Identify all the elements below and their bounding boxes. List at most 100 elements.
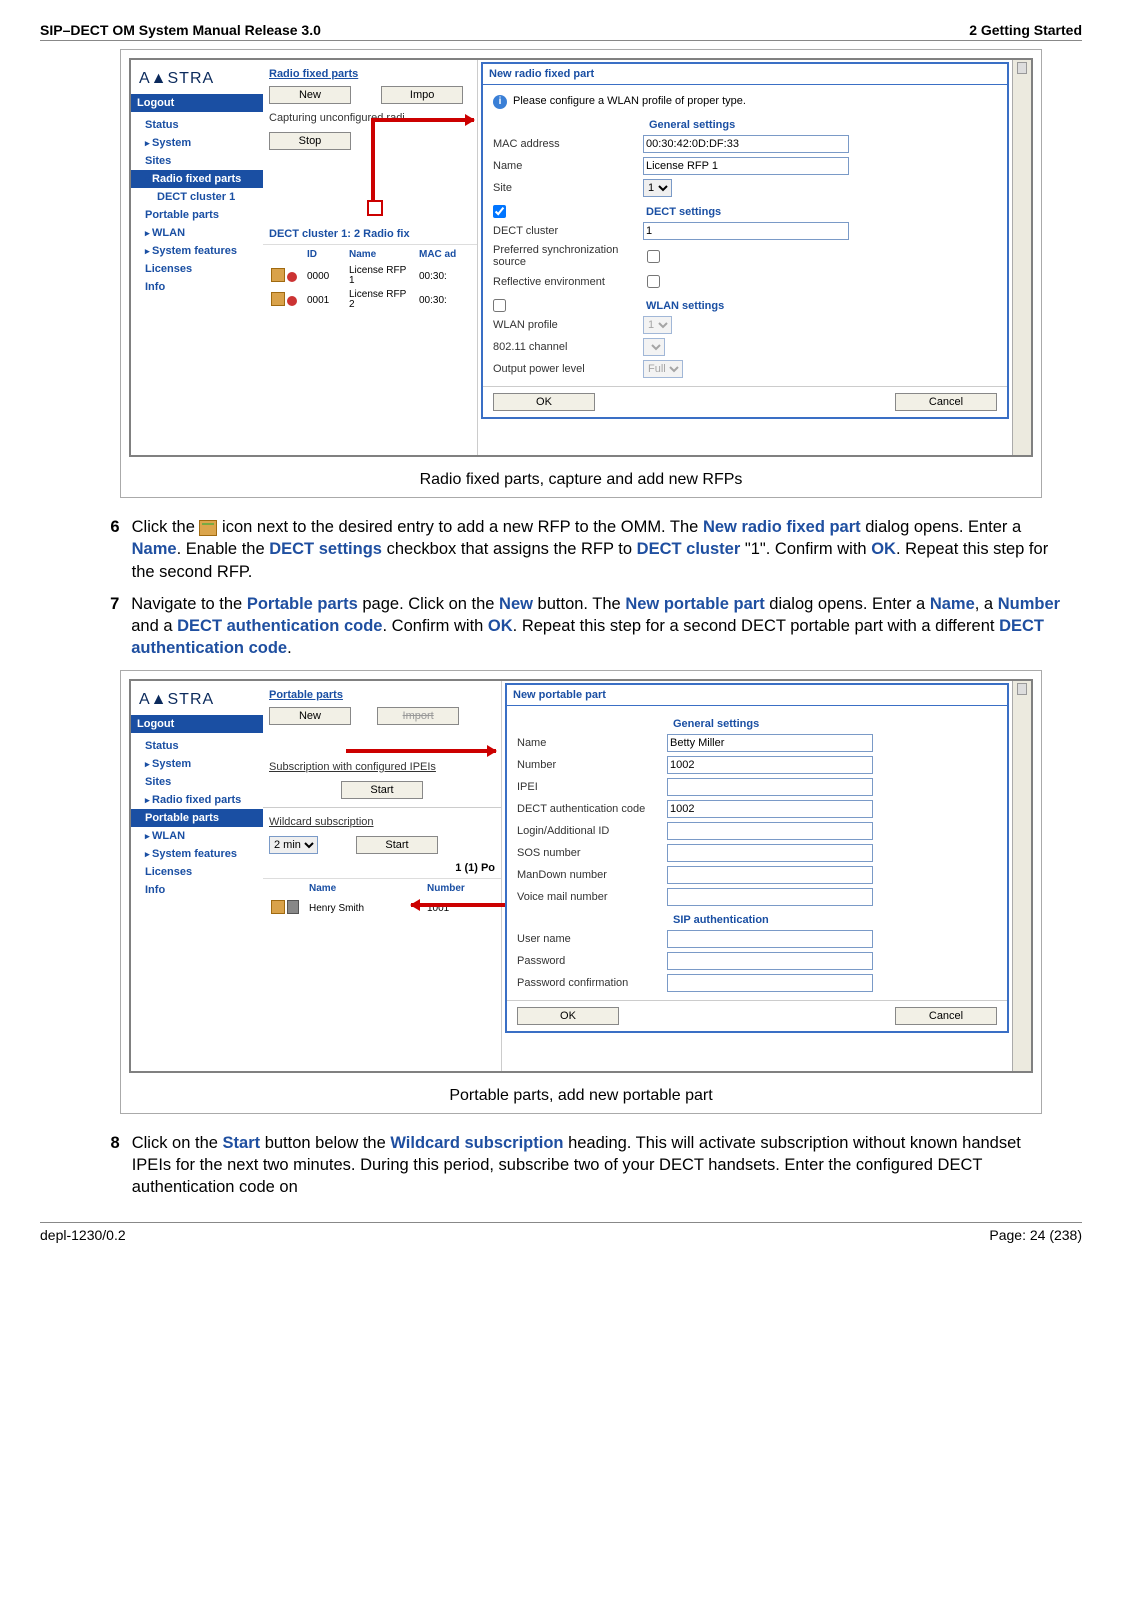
edit-icon[interactable] [271,292,285,306]
logout-link[interactable]: Logout [131,94,263,112]
hdr-number: Number [423,881,469,896]
channel-select [643,338,665,356]
name-input[interactable] [643,157,849,175]
wlan-checkbox[interactable] [493,299,506,312]
callout-line [371,118,375,202]
number-input[interactable] [667,756,873,774]
delete-icon[interactable] [287,900,299,914]
nav-system[interactable]: System [131,134,263,152]
status-icon [287,272,297,282]
duration-select[interactable]: 2 min [269,836,318,854]
footer-right: Page: 24 (238) [989,1227,1082,1243]
cluster-input[interactable] [643,222,849,240]
nav-licenses[interactable]: Licenses [131,260,263,278]
step-text: Click the icon next to the desired entry… [132,516,1062,583]
username-input[interactable] [667,930,873,948]
logout-link[interactable]: Logout [131,715,263,733]
edit-icon[interactable] [271,268,285,282]
new-button[interactable]: New [269,707,351,725]
nav-status[interactable]: Status [131,116,263,134]
mid-pane: Portable parts New Import Subscription w… [263,681,502,1071]
screenshot-pp: A▲STRA Logout Status System Sites Radio … [129,679,1033,1073]
nav-licenses[interactable]: Licenses [131,863,263,881]
step-text: Navigate to the Portable parts page. Cli… [131,593,1062,660]
sos-input[interactable] [667,844,873,862]
left-nav-pane: A▲STRA Logout Status System Sites Radio … [131,60,264,455]
scrollbar[interactable] [1012,681,1031,1071]
dect-auth-input[interactable] [667,800,873,818]
figure-pp: A▲STRA Logout Status System Sites Radio … [120,670,1042,1114]
info-text: Please configure a WLAN profile of prope… [513,95,746,107]
import-button[interactable]: Impo [381,86,463,104]
cancel-button[interactable]: Cancel [895,1007,997,1025]
password-confirm-input[interactable] [667,974,873,992]
nav-sites[interactable]: Sites [131,773,263,791]
name-input[interactable] [667,734,873,752]
dialog-title: New radio fixed part [483,64,1007,85]
step-8: 8 Click on the Start button below the Wi… [110,1132,1062,1199]
doc-header: SIP–DECT OM System Manual Release 3.0 2 … [40,20,1082,41]
table-row[interactable]: 0001 License RFP 2 00:30: [263,288,477,312]
new-button[interactable]: New [269,86,351,104]
rfp-table-header: ID Name MAC ad [263,244,477,264]
start-ipei-button[interactable]: Start [341,781,423,799]
table-row[interactable]: 0000 License RFP 1 00:30: [263,264,477,288]
wlan-profile-label: WLAN profile [493,319,643,331]
nav-info[interactable]: Info [131,278,263,296]
nav-status[interactable]: Status [131,737,263,755]
scrollbar[interactable] [1012,60,1031,455]
mandown-input[interactable] [667,866,873,884]
header-left: SIP–DECT OM System Manual Release 3.0 [40,22,321,38]
password-input[interactable] [667,952,873,970]
site-select[interactable]: 1 [643,179,672,197]
nav-rfp[interactable]: Radio fixed parts [131,170,263,188]
nav-wlan[interactable]: WLAN [131,827,263,845]
stop-button[interactable]: Stop [269,132,351,150]
brand-logo: A▲STRA [131,60,263,94]
cluster-label: DECT cluster [493,225,643,237]
reflective-label: Reflective environment [493,276,643,288]
nav-dect-cluster1[interactable]: DECT cluster 1 [131,188,263,206]
pref-sync-checkbox[interactable] [647,250,660,263]
login-label: Login/Additional ID [517,825,667,837]
ipei-input[interactable] [667,778,873,796]
voicemail-input[interactable] [667,888,873,906]
reflective-checkbox[interactable] [647,275,660,288]
nav-portable-parts[interactable]: Portable parts [131,809,263,827]
start-wildcard-button[interactable]: Start [356,836,438,854]
import-button[interactable]: Import [377,707,459,725]
mid-title: Portable parts [263,681,501,703]
sos-label: SOS number [517,847,667,859]
dialog-new-rfp: New radio fixed part i Please configure … [481,62,1009,419]
nav-system[interactable]: System [131,755,263,773]
dialog-title: New portable part [507,685,1007,706]
step-6: 6 Click the icon next to the desired ent… [110,516,1062,583]
ok-button[interactable]: OK [493,393,595,411]
step-number: 8 [110,1132,120,1199]
site-label: Site [493,182,643,194]
wlan-settings-heading: WLAN settings [646,300,724,312]
hdr-name: Name [345,247,415,262]
nav-list: Status System Sites Radio fixed parts DE… [131,112,263,300]
edit-icon[interactable] [271,900,285,914]
password-label: Password [517,955,667,967]
ok-button[interactable]: OK [517,1007,619,1025]
nav-rfp[interactable]: Radio fixed parts [131,791,263,809]
figure-rfp: A▲STRA Logout Status System Sites Radio … [120,49,1042,498]
nav-info[interactable]: Info [131,881,263,899]
login-input[interactable] [667,822,873,840]
nav-system-features[interactable]: System features [131,242,263,260]
nav-wlan[interactable]: WLAN [131,224,263,242]
nav-sites[interactable]: Sites [131,152,263,170]
power-label: Output power level [493,363,643,375]
cancel-button[interactable]: Cancel [895,393,997,411]
nav-portable-parts[interactable]: Portable parts [131,206,263,224]
name-label: Name [517,737,667,749]
nav-system-features[interactable]: System features [131,845,263,863]
mac-input[interactable] [643,135,849,153]
number-label: Number [517,759,667,771]
table-row[interactable]: Henry Smith 1001 [263,898,501,919]
ipei-label: IPEI [517,781,667,793]
dect-checkbox[interactable] [493,205,506,218]
step-number: 7 [110,593,119,660]
